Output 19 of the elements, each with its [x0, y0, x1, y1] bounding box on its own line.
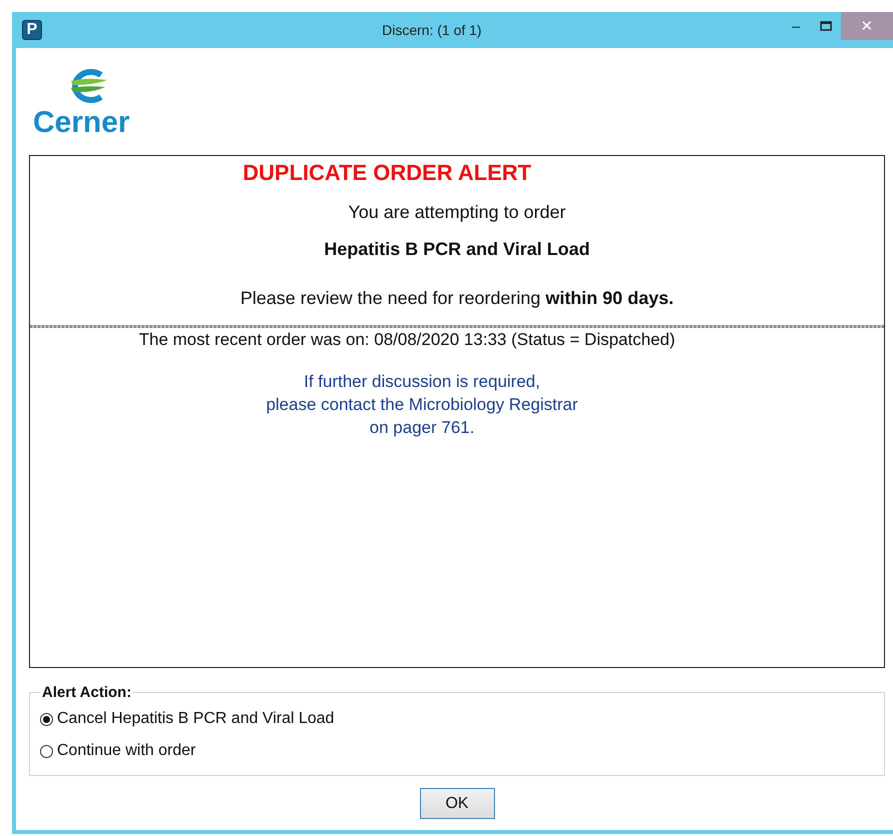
alert-heading: DUPLICATE ORDER ALERT [242, 160, 532, 186]
ok-button[interactable]: OK [420, 788, 494, 819]
contact-text: on pager 761. [370, 417, 474, 439]
order-name: Hepatitis B PCR and Viral Load [324, 239, 590, 260]
minimize-button[interactable]: – [781, 12, 811, 40]
radio-icon[interactable] [40, 744, 53, 758]
alert-intro: You are attempting to order [348, 202, 566, 223]
window-title: Discern: (1 of 1) [382, 22, 482, 38]
radio-icon[interactable] [40, 712, 53, 726]
group-legend: Alert Action: [40, 684, 134, 701]
app-icon: P [22, 20, 42, 40]
contact-text: If further discussion is required, [304, 371, 540, 393]
maximize-icon[interactable] [820, 21, 832, 31]
contact-text: please contact the Microbiology Registrar [266, 394, 578, 416]
recent-order-text: The most recent order was on: 08/08/2020 13:33 (Status = Dispatched) [138, 330, 676, 350]
review-message: Please review the need for reordering within 90 days. [240, 288, 674, 309]
logo-wordmark: Cerner [33, 106, 131, 138]
radio-option[interactable]: Cancel Hepatitis B PCR and Viral Load [40, 703, 334, 735]
radio-option[interactable]: Continue with order [40, 735, 196, 767]
